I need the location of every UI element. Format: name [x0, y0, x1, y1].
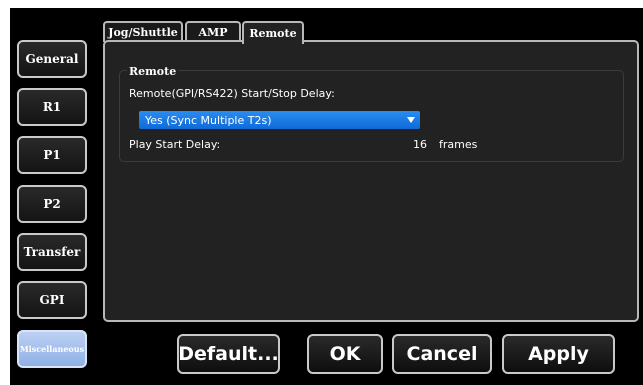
sidebar-item-p2[interactable]: P2: [17, 185, 87, 223]
button-label: Cancel: [406, 343, 478, 365]
button-label: OK: [329, 343, 361, 365]
delay-select-value: Yes (Sync Multiple T2s): [145, 113, 272, 127]
sidebar-item-miscellaneous[interactable]: Miscellaneous: [17, 330, 87, 368]
sidebar-item-general[interactable]: General: [17, 40, 87, 78]
chevron-down-icon: [407, 115, 415, 124]
delay-select[interactable]: Yes (Sync Multiple T2s): [139, 111, 420, 129]
sidebar-item-label: P2: [43, 197, 61, 211]
sidebar-item-gpi[interactable]: GPI: [17, 281, 87, 319]
sidebar-item-label: General: [25, 52, 79, 66]
sidebar-item-transfer[interactable]: Transfer: [17, 233, 87, 271]
play-start-label: Play Start Delay:: [129, 138, 221, 151]
sidebar-item-label: P1: [43, 148, 61, 162]
apply-button[interactable]: Apply: [502, 334, 615, 374]
tab-amp[interactable]: AMP: [185, 21, 241, 42]
delay-label: Remote(GPI/RS422) Start/Stop Delay:: [129, 87, 335, 100]
tab-remote[interactable]: Remote: [242, 21, 304, 44]
sidebar-item-p1[interactable]: P1: [17, 136, 87, 174]
sidebar-item-r1[interactable]: R1: [17, 88, 87, 126]
tab-jog-shuttle[interactable]: Jog/Shuttle: [103, 21, 183, 42]
sidebar-item-label: Transfer: [23, 245, 81, 259]
tab-label: AMP: [198, 26, 228, 39]
cancel-button[interactable]: Cancel: [392, 334, 492, 374]
group-title: Remote: [127, 65, 179, 78]
tab-label: Remote: [249, 27, 297, 40]
button-label: Default...: [178, 343, 279, 365]
play-start-value[interactable]: 16: [413, 138, 427, 151]
sidebar-item-label: GPI: [39, 293, 65, 307]
ok-button[interactable]: OK: [307, 334, 383, 374]
button-label: Apply: [528, 343, 589, 365]
sidebar-item-label: Miscellaneous: [19, 344, 85, 354]
default-button[interactable]: Default...: [177, 334, 280, 374]
play-start-unit: frames: [439, 138, 478, 151]
sidebar-item-label: R1: [42, 100, 62, 114]
tab-label: Jog/Shuttle: [108, 26, 178, 39]
